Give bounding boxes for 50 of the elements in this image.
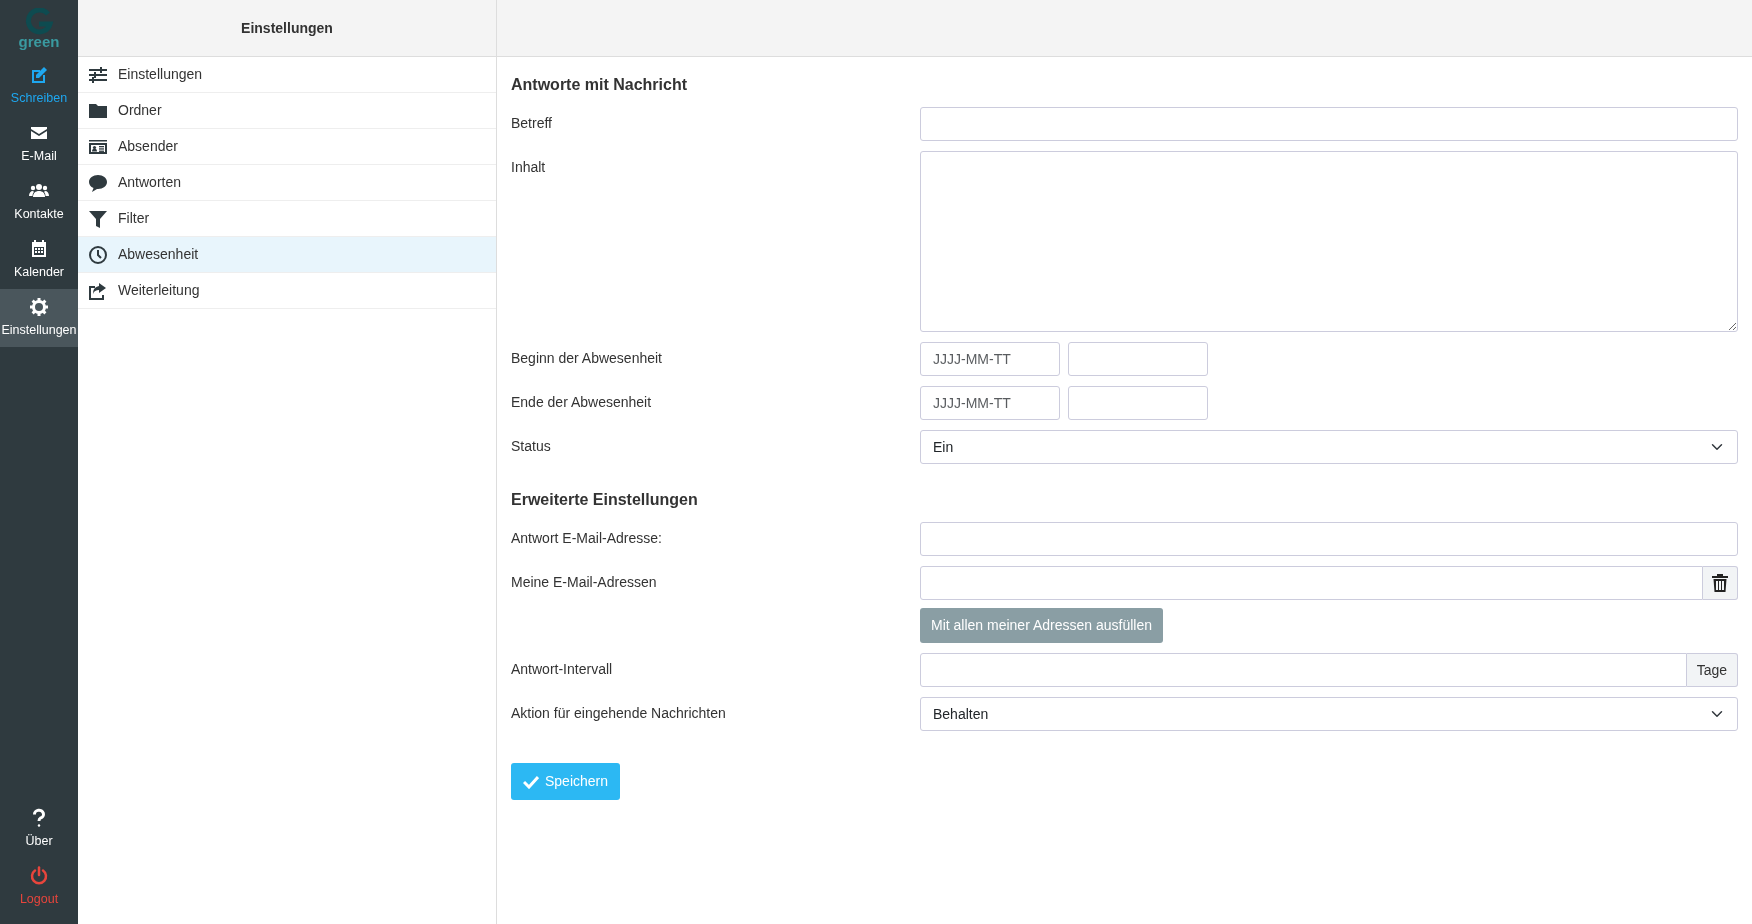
checkmark-icon [523, 774, 539, 789]
settings-menu-item[interactable]: Weiterleitung [78, 273, 496, 309]
filter-icon [88, 208, 108, 229]
sidebar-item[interactable]: Über [0, 800, 78, 858]
sidebar-item[interactable]: Schreiben [0, 57, 78, 115]
settings-menu-item[interactable]: Absender [78, 129, 496, 165]
field-label: Beginn der Abwesenheit [511, 349, 663, 368]
field-label: Betreff [511, 114, 553, 133]
sidebar-item[interactable]: Kontakte [0, 173, 78, 231]
settings-menu-item[interactable]: Antworten [78, 165, 496, 201]
settings-icon [29, 296, 49, 317]
logo-text: green [18, 34, 60, 49]
trash-icon [1712, 574, 1728, 592]
field-label: Meine E-Mail-Adressen [511, 573, 658, 592]
logo-icon [24, 8, 54, 36]
text-area[interactable] [920, 151, 1738, 332]
sidebar-item[interactable]: E-Mail [0, 115, 78, 173]
field-label: Antwort E-Mail-Adresse: [511, 529, 663, 548]
section-heading: Erweiterte Einstellungen [511, 490, 699, 510]
number-field[interactable] [920, 653, 1687, 687]
settings-menu-item[interactable]: Ordner [78, 93, 496, 129]
time-field[interactable] [1068, 342, 1208, 376]
field-label: Aktion für eingehende Nachrichten [511, 704, 727, 723]
calendar-icon [29, 238, 49, 259]
section-heading: Antworte mit Nachricht [511, 75, 688, 95]
select-field[interactable]: Behalten [920, 697, 1738, 731]
sliders-icon [88, 64, 108, 85]
text-field[interactable] [920, 566, 1703, 600]
date-field[interactable]: JJJJ-MM-TT [920, 386, 1060, 420]
time-field[interactable] [1068, 386, 1208, 420]
field-label: Antwort-Intervall [511, 660, 614, 679]
power-icon [29, 865, 49, 886]
share-icon [88, 280, 108, 301]
speech-bubble-icon [88, 172, 108, 193]
select-field[interactable]: Ein [920, 430, 1738, 464]
field-label: Inhalt [511, 158, 547, 177]
settings-menu-item[interactable]: Einstellungen [78, 57, 496, 93]
text-field[interactable] [920, 107, 1738, 141]
sidebar-item[interactable]: Kalender [0, 231, 78, 289]
pencil-square-icon [29, 64, 49, 85]
date-field[interactable]: JJJJ-MM-TT [920, 342, 1060, 376]
field-label: Ende der Abwesenheit [511, 393, 653, 412]
delete-button[interactable] [1703, 566, 1738, 600]
sidebar-item[interactable]: Einstellungen [0, 289, 78, 347]
unit-label: Tage [1686, 653, 1738, 687]
text-field[interactable] [920, 522, 1738, 556]
field-label: Status [511, 437, 552, 456]
panel-title: Einstellungen [78, 0, 496, 57]
clock-icon [88, 244, 108, 265]
settings-menu-item[interactable]: Abwesenheit [78, 237, 496, 273]
